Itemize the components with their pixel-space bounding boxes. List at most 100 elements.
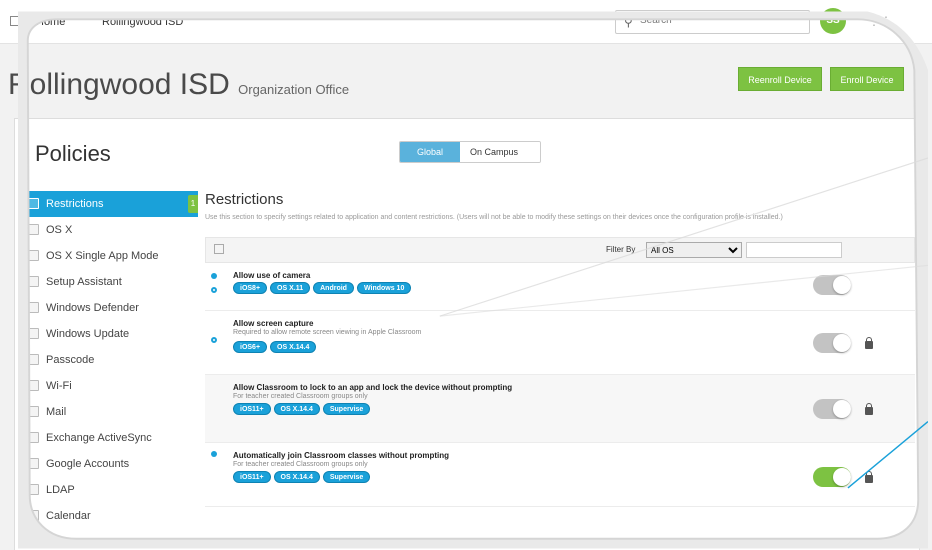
setup-assistant-icon xyxy=(28,276,39,287)
filter-search-input[interactable] xyxy=(746,242,842,258)
sidebar-item-ldap[interactable]: LDAP xyxy=(18,477,198,503)
sidebar-item-label: Restrictions xyxy=(46,198,104,210)
restriction-hint: Required to allow remote screen viewing … xyxy=(233,329,422,336)
sidebar-item-calendar[interactable]: Calendar xyxy=(18,503,198,529)
sidebar-item-label: OS X Single App Mode xyxy=(46,250,159,262)
restriction-row: Allow Classroom to lock to an app and lo… xyxy=(205,375,915,443)
sidebar-item-osx[interactable]: OS X xyxy=(18,217,198,243)
os-tag: OS X.14.4 xyxy=(273,471,320,483)
sidebar-item-windows-update[interactable]: Windows Update xyxy=(18,321,198,347)
os-tag: Supervise xyxy=(322,403,371,415)
tab-global[interactable]: Global xyxy=(400,142,460,162)
reenroll-device-button[interactable]: Reenroll Device xyxy=(738,67,822,91)
filter-label: Filter By xyxy=(606,245,636,254)
nav-org-link[interactable]: Rollingwood ISD xyxy=(102,16,183,28)
menu-square-icon[interactable] xyxy=(10,16,20,26)
restriction-row: Allow screen capture Required to allow r… xyxy=(205,311,915,375)
sidebar-item-label: Google Accounts xyxy=(46,458,130,470)
top-navbar: Home Rollingwood ISD ⚲ SS ⋮⋮ xyxy=(0,0,932,44)
target-dot-icon xyxy=(211,337,217,343)
search-box[interactable]: ⚲ xyxy=(615,10,810,34)
restriction-row: Automatically join Classroom classes wit… xyxy=(205,443,915,507)
screenshot-frame: Home Rollingwood ISD ⚲ SS ⋮⋮ Rollingwood… xyxy=(0,0,932,550)
toggle-knob xyxy=(833,468,851,486)
restrictions-content: Restrictions Use this section to specify… xyxy=(205,191,915,507)
search-input[interactable] xyxy=(640,15,800,26)
os-tag: OS X.11 xyxy=(270,282,311,294)
auto-join-toggle[interactable] xyxy=(813,467,851,487)
sidebar-item-label: OS X xyxy=(46,224,73,236)
filter-icon[interactable] xyxy=(214,244,224,254)
sidebar-item-label: Setup Assistant xyxy=(46,276,122,288)
sidebar-item-label: Windows Defender xyxy=(46,302,139,314)
lock-status-icon xyxy=(211,451,217,457)
camera-toggle[interactable] xyxy=(813,275,851,295)
os-filter-select[interactable]: All OS xyxy=(646,242,742,258)
enroll-device-button[interactable]: Enroll Device xyxy=(830,67,904,91)
sidebar-item-windows-defender[interactable]: Windows Defender xyxy=(18,295,198,321)
restriction-name: Automatically join Classroom classes wit… xyxy=(233,451,450,460)
sidebar-item-label: Exchange ActiveSync xyxy=(46,432,152,444)
os-tag: Windows 10 xyxy=(356,282,412,294)
restriction-name: Allow screen capture xyxy=(233,319,314,328)
os-tag: iOS11+ xyxy=(233,403,271,415)
sidebar-item-label: LDAP xyxy=(46,484,75,496)
lock-icon[interactable] xyxy=(865,337,873,349)
sidebar-item-restrictions[interactable]: Restrictions 1 xyxy=(18,191,198,217)
apps-grid-icon[interactable]: ⋮⋮ xyxy=(868,14,892,28)
sidebar-item-osx-single-app[interactable]: OS X Single App Mode xyxy=(18,243,198,269)
lock-icon[interactable] xyxy=(865,471,873,483)
lock-status-icon xyxy=(211,273,217,279)
sidebar-item-label: Calendar xyxy=(46,510,91,522)
nav-home-link[interactable]: Home xyxy=(36,16,65,28)
restriction-hint: For teacher created Classroom groups onl… xyxy=(233,461,368,468)
osx-single-app-icon xyxy=(28,250,39,261)
target-dot-icon xyxy=(211,287,217,293)
os-tag: iOS8+ xyxy=(233,282,268,294)
windows-defender-icon xyxy=(28,302,39,313)
toggle-knob xyxy=(833,276,851,294)
sidebar-item-label: Passcode xyxy=(46,354,95,366)
policies-panel: Policies Global On Campus Restrictions 1… xyxy=(14,118,920,550)
os-tag: Android xyxy=(313,282,354,294)
osx-icon xyxy=(28,224,39,235)
sidebar-item-label: Windows Update xyxy=(46,328,130,340)
os-tag: Supervise xyxy=(322,471,371,483)
restrictions-description: Use this section to specify settings rel… xyxy=(205,214,783,221)
toggle-knob xyxy=(833,400,851,418)
calendar-icon xyxy=(28,510,39,521)
scope-segmented-control: Global On Campus xyxy=(399,141,541,163)
restrictions-count-badge: 1 xyxy=(188,195,198,213)
restrictions-title: Restrictions xyxy=(205,191,284,208)
sidebar-item-setup-assistant[interactable]: Setup Assistant xyxy=(18,269,198,295)
lock-icon[interactable] xyxy=(865,403,873,415)
os-tags: iOS11+ OS X.14.4 Supervise xyxy=(233,403,371,415)
sidebar-item-google-accounts[interactable]: Google Accounts xyxy=(18,451,198,477)
classroom-lock-toggle[interactable] xyxy=(813,399,851,419)
restriction-name: Allow Classroom to lock to an app and lo… xyxy=(233,383,513,392)
tab-on-campus[interactable]: On Campus xyxy=(460,142,540,162)
org-subtitle: Organization Office xyxy=(238,82,350,97)
ldap-icon xyxy=(28,484,39,495)
sidebar-item-mail[interactable]: Mail xyxy=(18,399,198,425)
os-tags: iOS8+ OS X.11 Android Windows 10 xyxy=(233,282,412,294)
os-tag: OS X.14.4 xyxy=(273,403,320,415)
sidebar-item-label: Mail xyxy=(46,406,67,418)
sidebar-item-exchange[interactable]: Exchange ActiveSync xyxy=(18,425,198,451)
policies-title: Policies xyxy=(35,141,111,166)
screen-capture-toggle[interactable] xyxy=(813,333,851,353)
org-name: Rollingwood ISD xyxy=(8,68,230,101)
sidebar-item-wifi[interactable]: Wi-Fi xyxy=(18,373,198,399)
exchange-icon xyxy=(28,432,39,443)
os-tags: iOS6+ OS X.14.4 xyxy=(233,341,317,353)
page-title: Rollingwood ISD Organization Office xyxy=(8,68,349,102)
wifi-icon xyxy=(28,380,39,391)
mail-icon xyxy=(28,406,39,417)
restriction-row: Allow use of camera iOS8+ OS X.11 Androi… xyxy=(205,263,915,311)
policy-sidebar: Restrictions 1 OS X OS X Single App Mode… xyxy=(18,191,198,529)
sidebar-item-label: Wi-Fi xyxy=(46,380,72,392)
windows-update-icon xyxy=(28,328,39,339)
sidebar-item-passcode[interactable]: Passcode xyxy=(18,347,198,373)
user-avatar[interactable]: SS xyxy=(820,8,846,34)
toggle-knob xyxy=(833,334,851,352)
